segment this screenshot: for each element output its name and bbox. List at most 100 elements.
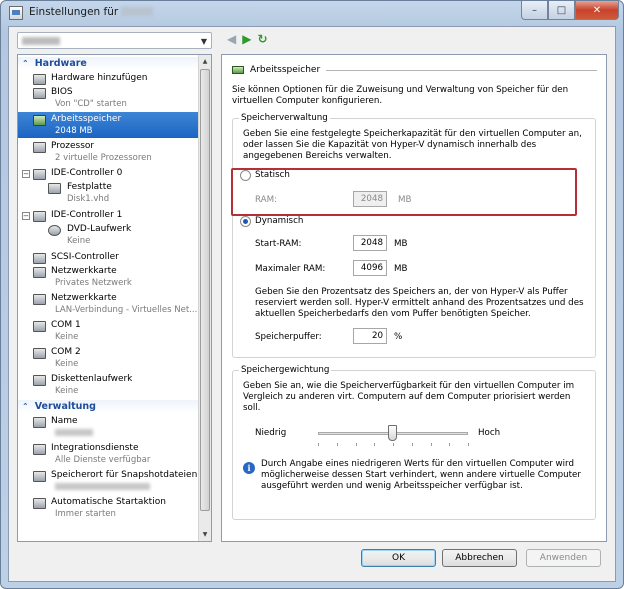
sidebar-item-sub: Privates Netzwerk bbox=[55, 278, 132, 288]
sidebar-item-label: Speicherort für Snapshotdateien bbox=[51, 470, 198, 480]
sidebar-item-com2[interactable]: COM 2 Keine bbox=[18, 345, 198, 371]
window-title: Einstellungen für bbox=[29, 6, 154, 18]
sidebar-item-label: Arbeitsspeicher bbox=[51, 114, 122, 124]
memory-settings-panel: Arbeitsspeicher Sie können Optionen für … bbox=[221, 54, 607, 542]
slider-tick bbox=[412, 443, 413, 446]
sidebar-item-bios[interactable]: BIOS Von "CD" starten bbox=[18, 85, 198, 111]
sidebar-item-label: DVD-Laufwerk bbox=[67, 224, 132, 234]
sidebar-item-label: Name bbox=[51, 416, 78, 426]
collapse-chevron-icon: ⌃ bbox=[22, 402, 29, 411]
sidebar-item-label: Netzwerkkarte bbox=[51, 266, 117, 276]
start-ram-input[interactable]: 2048 bbox=[353, 235, 387, 251]
navigation-buttons: ◀ ▶ ↻ bbox=[227, 32, 268, 46]
sidebar-item-com1[interactable]: COM 1 Keine bbox=[18, 318, 198, 344]
network-adapter-icon bbox=[33, 294, 46, 305]
collapse-chevron-icon: ⌃ bbox=[22, 59, 29, 68]
slider-tick bbox=[468, 443, 469, 446]
sidebar-item-dvd-drive[interactable]: DVD-Laufwerk Keine bbox=[18, 222, 198, 248]
weight-slider-thumb[interactable] bbox=[388, 425, 397, 441]
sidebar-item-scsi-controller[interactable]: SCSI-Controller bbox=[18, 250, 198, 264]
ok-button[interactable]: OK bbox=[361, 549, 436, 567]
sidebar-item-auto-start[interactable]: Automatische Startaktion Immer starten bbox=[18, 495, 198, 521]
info-icon: i bbox=[243, 462, 255, 474]
ide-controller-icon bbox=[33, 169, 46, 180]
weight-info-text: Durch Angabe eines niedrigeren Werts für… bbox=[261, 459, 581, 491]
sidebar-item-ide-controller-0[interactable]: − IDE-Controller 0 bbox=[18, 166, 198, 180]
settings-app-icon bbox=[9, 6, 23, 20]
static-option-highlight bbox=[231, 168, 577, 216]
slider-tick bbox=[374, 443, 375, 446]
buffer-label: Speicherpuffer: bbox=[255, 332, 322, 342]
hardware-header-label: Hardware bbox=[34, 58, 87, 69]
tree-collapse-icon[interactable]: − bbox=[22, 212, 30, 220]
redacted-vm-selection bbox=[22, 37, 60, 45]
sidebar-item-label: Automatische Startaktion bbox=[51, 497, 166, 507]
tree-collapse-icon[interactable]: − bbox=[22, 170, 30, 178]
sidebar-item-sub: 2 virtuelle Prozessoren bbox=[55, 153, 152, 163]
sidebar-item-label: Hardware hinzufügen bbox=[51, 73, 148, 83]
header-divider bbox=[326, 69, 597, 71]
sidebar-item-label: Prozessor bbox=[51, 141, 95, 151]
sidebar-item-processor[interactable]: Prozessor 2 virtuelle Prozessoren bbox=[18, 139, 198, 165]
forward-arrow-icon[interactable]: ▶ bbox=[242, 32, 251, 46]
sidebar-item-sub: Keine bbox=[55, 386, 79, 396]
sidebar-item-sub: Alle Dienste verfügbar bbox=[55, 455, 151, 465]
sidebar-item-network-adapter-1[interactable]: Netzwerkkarte Privates Netzwerk bbox=[18, 264, 198, 290]
slider-tick bbox=[318, 443, 319, 446]
sidebar-item-sub: Von "CD" starten bbox=[55, 99, 127, 109]
sidebar-item-name[interactable]: Name bbox=[18, 414, 198, 440]
sidebar-scrollbar[interactable]: ▲ ▼ bbox=[198, 55, 211, 541]
redacted-name-blur bbox=[55, 429, 93, 436]
vm-selector-dropdown[interactable]: ▼ bbox=[17, 32, 212, 49]
hardware-section-header[interactable]: ⌃ Hardware bbox=[18, 57, 198, 70]
title-bar[interactable]: Einstellungen für – □ ✕ bbox=[1, 1, 623, 25]
sidebar-item-label: SCSI-Controller bbox=[51, 252, 119, 262]
max-ram-label: Maximaler RAM: bbox=[255, 264, 326, 274]
scrollbar-thumb[interactable] bbox=[200, 69, 210, 511]
memory-management-group: Speicherverwaltung Geben Sie eine festge… bbox=[232, 113, 596, 358]
cancel-button[interactable]: Abbrechen bbox=[442, 549, 517, 567]
buffer-input[interactable]: 20 bbox=[353, 328, 387, 344]
sidebar-item-floppy-drive[interactable]: Diskettenlaufwerk Keine bbox=[18, 372, 198, 398]
sidebar-item-network-adapter-2[interactable]: Netzwerkkarte LAN-Verbindung - Virtuelles… bbox=[18, 291, 198, 317]
max-ram-input[interactable]: 4096 bbox=[353, 260, 387, 276]
slider-tick bbox=[431, 443, 432, 446]
buffer-desc: Geben Sie den Prozentsatz des Speichers … bbox=[255, 287, 584, 319]
memory-weight-title: Speichergewichtung bbox=[239, 365, 332, 375]
maximize-button[interactable]: □ bbox=[548, 1, 575, 20]
sidebar-item-label: Diskettenlaufwerk bbox=[51, 374, 133, 384]
max-ram-unit: MB bbox=[394, 264, 408, 274]
redacted-vm-name bbox=[121, 7, 154, 16]
refresh-icon[interactable]: ↻ bbox=[257, 32, 267, 46]
management-header-label: Verwaltung bbox=[34, 401, 96, 412]
serial-port-icon bbox=[33, 321, 46, 332]
back-arrow-icon[interactable]: ◀ bbox=[227, 32, 236, 46]
apply-button[interactable]: Anwenden bbox=[526, 549, 601, 567]
sidebar-item-sub: Keine bbox=[55, 332, 79, 342]
serial-port-icon bbox=[33, 348, 46, 359]
sidebar-item-snapshot-location[interactable]: Speicherort für Snapshotdateien bbox=[18, 468, 198, 494]
add-hardware-icon bbox=[33, 74, 46, 85]
scroll-down-icon[interactable]: ▼ bbox=[199, 528, 211, 541]
redacted-name-sub bbox=[55, 428, 93, 438]
sidebar-item-add-hardware[interactable]: Hardware hinzufügen bbox=[18, 71, 198, 85]
name-tag-icon bbox=[33, 417, 46, 428]
network-adapter-icon bbox=[33, 267, 46, 278]
sidebar-item-integration-services[interactable]: Integrationsdienste Alle Dienste verfügba… bbox=[18, 441, 198, 467]
close-button[interactable]: ✕ bbox=[575, 1, 619, 20]
slider-tick bbox=[393, 443, 394, 446]
sidebar-item-memory[interactable]: Arbeitsspeicher 2048 MB bbox=[18, 112, 198, 138]
integration-services-icon bbox=[33, 444, 46, 455]
dialog-client-area: ▼ ◀ ▶ ↻ ⌃ Hardware Hardware hinzufügen BI… bbox=[8, 26, 616, 582]
sidebar-item-hard-disk[interactable]: Festplatte Disk1.vhd bbox=[18, 180, 198, 206]
redacted-path-blur bbox=[55, 483, 150, 490]
sidebar-item-ide-controller-1[interactable]: − IDE-Controller 1 bbox=[18, 208, 198, 222]
slider-tick bbox=[449, 443, 450, 446]
dynamic-radio[interactable] bbox=[240, 216, 251, 227]
minimize-button[interactable]: – bbox=[521, 1, 548, 20]
dynamic-label: Dynamisch bbox=[255, 216, 304, 226]
window-title-text: Einstellungen für bbox=[29, 6, 119, 18]
scroll-up-icon[interactable]: ▲ bbox=[199, 55, 211, 68]
panel-intro-text: Sie können Optionen für die Zuweisung un… bbox=[232, 85, 569, 106]
management-section-header[interactable]: ⌃ Verwaltung bbox=[18, 400, 198, 413]
